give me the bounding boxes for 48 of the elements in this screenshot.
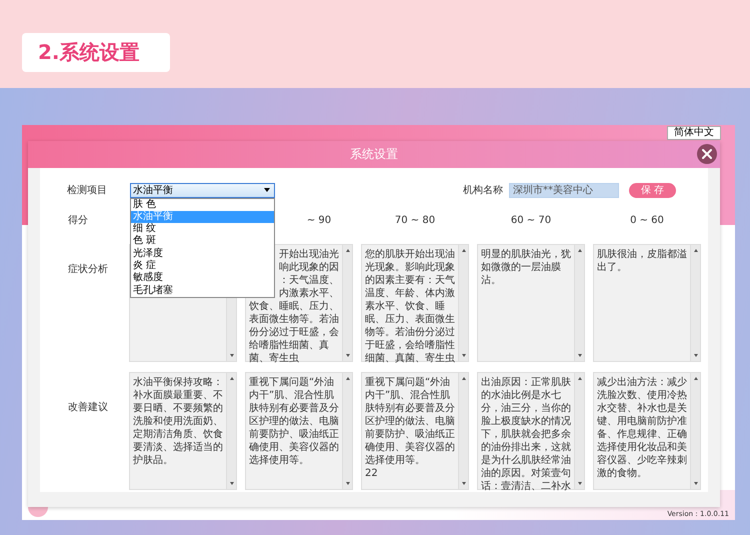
row-label: 症状分析 [67, 262, 109, 276]
scrollbar[interactable] [690, 245, 700, 361]
advice-textarea[interactable]: 减少出油方法：减少洗脸次数、使用冷热水交替、补水也是关键、用电脑前防护准备、作息规律、正确选择使用化妆品和美容仪器、少吃辛辣刺激的食物。 [593, 372, 701, 490]
text-fragment: 开始出现油光 [279, 248, 339, 261]
score-range: 0 ~ 60 [630, 214, 664, 226]
row-label: 改善建议 [67, 400, 109, 414]
symptom-text: 明显的肌肤油光，犹如微微的一层油膜沾。 [481, 248, 571, 287]
symptom-textarea[interactable]: 肌肤很油，皮脂都溢出了。 [593, 244, 701, 362]
scrollbar[interactable] [458, 373, 468, 489]
dropdown-option[interactable]: 肤 色 [131, 198, 274, 211]
scrollbar[interactable] [574, 373, 584, 489]
symptom-text: 肌肤很油，皮脂都溢出了。 [597, 248, 687, 274]
scrollbar[interactable] [458, 245, 468, 361]
advice-textarea[interactable]: 重视下属问题“外油内干”肌、混合性肌肤特别有必要普及分区护理的做法、电脑前要防护、吸油纸正确使用、美容仪器的选择使用等。 [245, 372, 353, 490]
score-range: ~ 90 [306, 214, 332, 226]
scrollbar[interactable] [226, 373, 236, 489]
field-label: 机构名称 [463, 184, 504, 197]
field-label: 检测项目 [67, 184, 108, 197]
scrollbar[interactable] [342, 373, 352, 489]
language-select[interactable]: 简体中文 [667, 126, 721, 140]
row-label: 得分 [67, 214, 89, 227]
text-fragment: 响此现象的因 [279, 261, 339, 274]
advice-text: 出油原因：正常肌肤的水油比例是水七分，油三分，当你的脸上极度缺水的情况下，肌肤就会把多余的油份排出来，这就是为什么肌肤经常油油的原因。对策壹句话：壹清洁、二补水 [481, 376, 571, 493]
advice-text: 减少出油方法：减少洗脸次数、使用冷热水交替、补水也是关键、用电脑前防护准备、作息规律、正确选择使用化妆品和美容仪器、少吃辛辣刺激的食物。 [597, 376, 687, 480]
symptom-text: 您的肌肤开始出现油光现象。影响此现象的因素主要有：天气温度、年龄、体内激素水平、饮食、睡眠、压力、表面微生物等。若油份分泌过于旺盛，会给嗜脂性细菌、真菌、寄生虫 [365, 248, 455, 365]
symptom-text: 饮食、睡眠、压力、表面微生物等。若油份分泌过于旺盛，会给嗜脂性细菌、真菌、寄生虫 [249, 300, 339, 365]
score-range: 70 ~ 80 [394, 214, 436, 226]
section-title: 2.系统设置 [22, 33, 170, 72]
dropdown-option[interactable]: 细 纹 [131, 223, 274, 236]
symptom-textarea[interactable]: 明显的肌肤油光，犹如微微的一层油膜沾。 [477, 244, 585, 362]
text-fragment: ：天气温度、 [279, 274, 339, 287]
advice-text: 重视下属问题“外油内干”肌、混合性肌肤特别有必要普及分区护理的做法、电脑前要防护、吸油纸正确使用、美容仪器的选择使用等。 22 [365, 376, 455, 480]
advice-textarea[interactable]: 出油原因：正常肌肤的水油比例是水七分，油三分，当你的脸上极度缺水的情况下，肌肤就会把多余的油份排出来，这就是为什么肌肤经常油油的原因。对策壹句话：壹清洁、二补水 [477, 372, 585, 490]
advice-textarea[interactable]: 重视下属问题“外油内干”肌、混合性肌肤特别有必要普及分区护理的做法、电脑前要防护、吸油纸正确使用、美容仪器的选择使用等。 22 [361, 372, 469, 490]
test-item-select[interactable]: 水油平衡 [130, 182, 275, 198]
symptom-textarea[interactable]: 您的肌肤开始出现油光现象。影响此现象的因素主要有：天气温度、年龄、体内激素水平、饮食、睡眠、压力、表面微生物等。若油份分泌过于旺盛，会给嗜脂性细菌、真菌、寄生虫 [361, 244, 469, 362]
advice-textarea[interactable]: 水油平衡保持攻略：补水面膜最重要、不要日晒、不要频繁的洗脸和使用洗面奶、定期清洁角质、饮食要清淡、选择适当的护肤品。 [129, 372, 237, 490]
score-range: 60 ~ 70 [510, 214, 552, 226]
advice-text: 重视下属问题“外油内干”肌、混合性肌肤特别有必要普及分区护理的做法、电脑前要防护、吸油纸正确使用、美容仪器的选择使用等。 [249, 376, 339, 467]
dialog-title: 系统设置 [350, 146, 398, 163]
text-fragment: 内激素水平、 [279, 287, 339, 300]
scrollbar[interactable] [342, 245, 352, 361]
scrollbar[interactable] [574, 245, 584, 361]
org-name-field[interactable]: 深圳市**美容中心 [509, 182, 619, 198]
close-icon[interactable] [697, 144, 717, 164]
scrollbar[interactable] [690, 373, 700, 489]
caret-icon [264, 188, 270, 192]
advice-text: 水油平衡保持攻略：补水面膜最重要、不要日晒、不要频繁的洗脸和使用洗面奶、定期清洁角质、饮食要清淡、选择适当的护肤品。 [133, 376, 223, 467]
